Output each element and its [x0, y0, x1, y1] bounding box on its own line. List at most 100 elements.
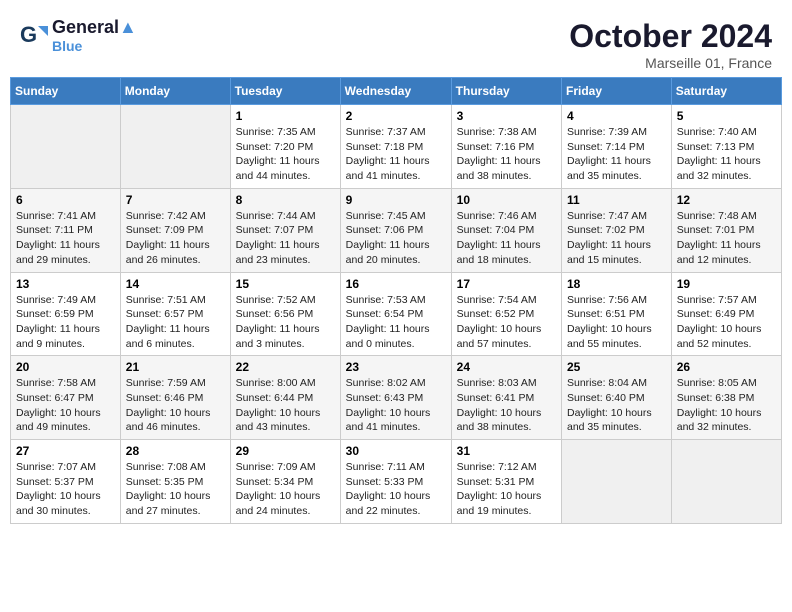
calendar-cell: 29Sunrise: 7:09 AMSunset: 5:34 PMDayligh… [230, 440, 340, 524]
weekday-header-thursday: Thursday [451, 78, 561, 105]
day-info: Sunrise: 7:45 AMSunset: 7:06 PMDaylight:… [346, 209, 446, 268]
calendar-week-5: 27 Sunrise: 7:07 AMSunset: 5:37 PMDayligh… [11, 440, 782, 524]
day-info: Sunrise: 7:49 AMSunset: 6:59 PMDaylight:… [16, 293, 115, 352]
day-number: 12 [677, 193, 776, 207]
calendar-cell: 14 Sunrise: 7:51 AMSunset: 6:57 PMDayligh… [120, 272, 230, 356]
day-number: 6 [16, 193, 115, 207]
weekday-header-tuesday: Tuesday [230, 78, 340, 105]
day-info: Sunrise: 7:08 AMSunset: 5:35 PMDaylight:… [126, 460, 225, 519]
logo-text-line2: Blue [52, 38, 137, 54]
day-number: 15 [236, 277, 335, 291]
weekday-header-monday: Monday [120, 78, 230, 105]
day-number: 8 [236, 193, 335, 207]
day-info: Sunrise: 8:04 AMSunset: 6:40 PMDaylight:… [567, 376, 666, 435]
day-info: Sunrise: 7:48 AMSunset: 7:01 PMDaylight:… [677, 209, 776, 268]
day-number: 19 [677, 277, 776, 291]
calendar-cell [120, 105, 230, 189]
day-info: Sunrise: 7:41 AMSunset: 7:11 PMDaylight:… [16, 209, 115, 268]
month-title: October 2024 [569, 18, 772, 55]
logo-icon: G [20, 22, 48, 50]
day-number: 9 [346, 193, 446, 207]
day-number: 5 [677, 109, 776, 123]
day-number: 13 [16, 277, 115, 291]
calendar-cell: 17Sunrise: 7:54 AMSunset: 6:52 PMDayligh… [451, 272, 561, 356]
calendar-cell [562, 440, 672, 524]
calendar-cell [11, 105, 121, 189]
day-info: Sunrise: 7:47 AMSunset: 7:02 PMDaylight:… [567, 209, 666, 268]
day-info: Sunrise: 7:52 AMSunset: 6:56 PMDaylight:… [236, 293, 335, 352]
calendar-cell: 6 Sunrise: 7:41 AMSunset: 7:11 PMDaylight… [11, 188, 121, 272]
calendar-week-2: 6 Sunrise: 7:41 AMSunset: 7:11 PMDaylight… [11, 188, 782, 272]
day-number: 23 [346, 360, 446, 374]
logo: G General▲ Blue [20, 18, 137, 54]
calendar-header-row: SundayMondayTuesdayWednesdayThursdayFrid… [11, 78, 782, 105]
weekday-header-saturday: Saturday [671, 78, 781, 105]
calendar-cell: 25 Sunrise: 8:04 AMSunset: 6:40 PMDayligh… [562, 356, 672, 440]
calendar-cell: 23Sunrise: 8:02 AMSunset: 6:43 PMDayligh… [340, 356, 451, 440]
day-info: Sunrise: 7:44 AMSunset: 7:07 PMDaylight:… [236, 209, 335, 268]
day-number: 1 [236, 109, 335, 123]
calendar-cell: 18Sunrise: 7:56 AMSunset: 6:51 PMDayligh… [562, 272, 672, 356]
calendar-cell: 8 Sunrise: 7:44 AMSunset: 7:07 PMDaylight… [230, 188, 340, 272]
day-info: Sunrise: 7:51 AMSunset: 6:57 PMDaylight:… [126, 293, 225, 352]
day-info: Sunrise: 7:56 AMSunset: 6:51 PMDaylight:… [567, 293, 666, 352]
weekday-header-sunday: Sunday [11, 78, 121, 105]
day-number: 7 [126, 193, 225, 207]
calendar-cell: 31Sunrise: 7:12 AMSunset: 5:31 PMDayligh… [451, 440, 561, 524]
day-info: Sunrise: 7:39 AMSunset: 7:14 PMDaylight:… [567, 125, 666, 184]
day-info: Sunrise: 8:03 AMSunset: 6:41 PMDaylight:… [457, 376, 556, 435]
day-number: 2 [346, 109, 446, 123]
calendar-cell [671, 440, 781, 524]
day-info: Sunrise: 8:05 AMSunset: 6:38 PMDaylight:… [677, 376, 776, 435]
calendar-cell: 21 Sunrise: 7:59 AMSunset: 6:46 PMDayligh… [120, 356, 230, 440]
weekday-header-friday: Friday [562, 78, 672, 105]
calendar-cell: 30 Sunrise: 7:11 AMSunset: 5:33 PMDayligh… [340, 440, 451, 524]
calendar-cell: 5 Sunrise: 7:40 AMSunset: 7:13 PMDaylight… [671, 105, 781, 189]
day-info: Sunrise: 7:40 AMSunset: 7:13 PMDaylight:… [677, 125, 776, 184]
calendar-cell: 9 Sunrise: 7:45 AMSunset: 7:06 PMDaylight… [340, 188, 451, 272]
calendar-cell: 22Sunrise: 8:00 AMSunset: 6:44 PMDayligh… [230, 356, 340, 440]
day-info: Sunrise: 7:58 AMSunset: 6:47 PMDaylight:… [16, 376, 115, 435]
calendar-cell: 20 Sunrise: 7:58 AMSunset: 6:47 PMDayligh… [11, 356, 121, 440]
calendar-cell: 7 Sunrise: 7:42 AMSunset: 7:09 PMDaylight… [120, 188, 230, 272]
day-info: Sunrise: 7:59 AMSunset: 6:46 PMDaylight:… [126, 376, 225, 435]
day-number: 16 [346, 277, 446, 291]
calendar-cell: 26Sunrise: 8:05 AMSunset: 6:38 PMDayligh… [671, 356, 781, 440]
calendar-cell: 15 Sunrise: 7:52 AMSunset: 6:56 PMDayligh… [230, 272, 340, 356]
day-number: 21 [126, 360, 225, 374]
calendar-table: SundayMondayTuesdayWednesdayThursdayFrid… [10, 77, 782, 524]
calendar-week-4: 20 Sunrise: 7:58 AMSunset: 6:47 PMDayligh… [11, 356, 782, 440]
day-info: Sunrise: 7:37 AMSunset: 7:18 PMDaylight:… [346, 125, 446, 184]
calendar-cell: 13 Sunrise: 7:49 AMSunset: 6:59 PMDayligh… [11, 272, 121, 356]
day-number: 14 [126, 277, 225, 291]
weekday-header-wednesday: Wednesday [340, 78, 451, 105]
logo-text-line1: General▲ [52, 18, 137, 38]
day-info: Sunrise: 7:09 AMSunset: 5:34 PMDaylight:… [236, 460, 335, 519]
location: Marseille 01, France [569, 55, 772, 71]
calendar-cell: 1Sunrise: 7:35 AMSunset: 7:20 PMDaylight… [230, 105, 340, 189]
day-number: 30 [346, 444, 446, 458]
day-number: 25 [567, 360, 666, 374]
calendar-cell: 28 Sunrise: 7:08 AMSunset: 5:35 PMDayligh… [120, 440, 230, 524]
calendar-cell: 3Sunrise: 7:38 AMSunset: 7:16 PMDaylight… [451, 105, 561, 189]
day-info: Sunrise: 7:11 AMSunset: 5:33 PMDaylight:… [346, 460, 446, 519]
day-info: Sunrise: 7:57 AMSunset: 6:49 PMDaylight:… [677, 293, 776, 352]
day-number: 28 [126, 444, 225, 458]
day-number: 20 [16, 360, 115, 374]
day-info: Sunrise: 7:53 AMSunset: 6:54 PMDaylight:… [346, 293, 446, 352]
calendar-cell: 16 Sunrise: 7:53 AMSunset: 6:54 PMDayligh… [340, 272, 451, 356]
day-info: Sunrise: 7:07 AMSunset: 5:37 PMDaylight:… [16, 460, 115, 519]
calendar-cell: 19 Sunrise: 7:57 AMSunset: 6:49 PMDayligh… [671, 272, 781, 356]
calendar-week-3: 13 Sunrise: 7:49 AMSunset: 6:59 PMDayligh… [11, 272, 782, 356]
day-info: Sunrise: 7:46 AMSunset: 7:04 PMDaylight:… [457, 209, 556, 268]
day-number: 10 [457, 193, 556, 207]
calendar-cell: 10 Sunrise: 7:46 AMSunset: 7:04 PMDayligh… [451, 188, 561, 272]
day-number: 22 [236, 360, 335, 374]
page-header: G General▲ Blue October 2024 Marseille 0… [10, 10, 782, 77]
day-info: Sunrise: 7:42 AMSunset: 7:09 PMDaylight:… [126, 209, 225, 268]
day-number: 27 [16, 444, 115, 458]
day-info: Sunrise: 7:38 AMSunset: 7:16 PMDaylight:… [457, 125, 556, 184]
calendar-week-1: 1Sunrise: 7:35 AMSunset: 7:20 PMDaylight… [11, 105, 782, 189]
calendar-cell: 24Sunrise: 8:03 AMSunset: 6:41 PMDayligh… [451, 356, 561, 440]
day-number: 31 [457, 444, 556, 458]
